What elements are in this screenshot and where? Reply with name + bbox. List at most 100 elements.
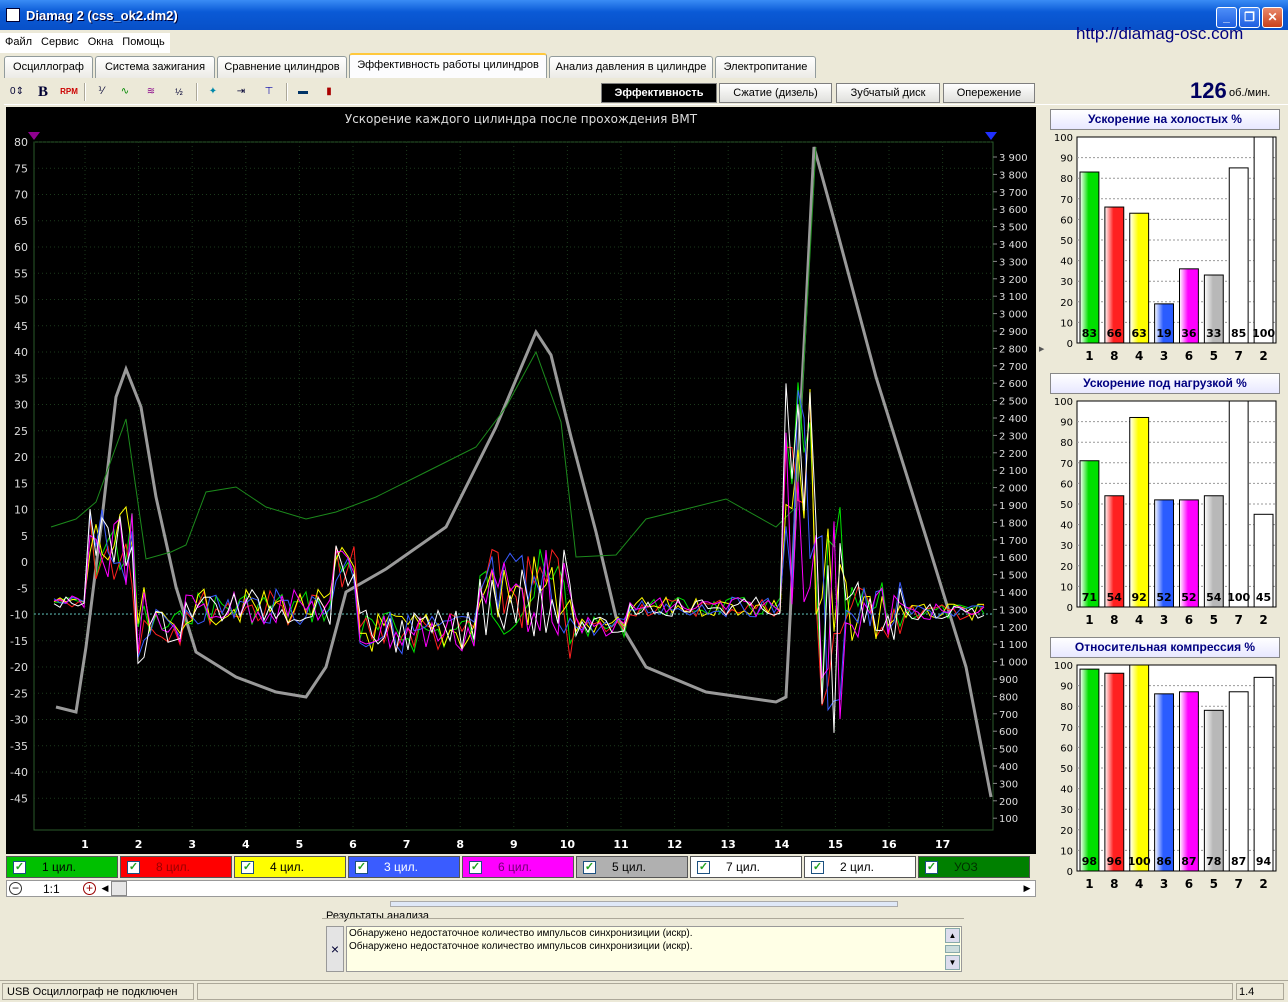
- legend-item-cyl-4[interactable]: ✓ 3 цил.: [348, 856, 460, 878]
- zoom-in-icon[interactable]: +: [83, 882, 96, 895]
- acceleration-chart[interactable]: Ускорение каждого цилиндра после прохожд…: [6, 107, 1036, 854]
- legend-item-cyl-2[interactable]: ✓ 8 цил.: [120, 856, 232, 878]
- legend-item-cyl-5[interactable]: ✓ 6 цил.: [462, 856, 574, 878]
- y-left-tick: 80: [14, 136, 28, 149]
- left-marker-icon[interactable]: [28, 132, 40, 140]
- view-compression-button[interactable]: Сжатие (дизель): [719, 83, 832, 103]
- tab-pressure-analysis[interactable]: Анализ давления в цилиндре: [549, 56, 713, 78]
- bar-value-label: 45: [1256, 591, 1271, 604]
- x-tick: 12: [667, 838, 682, 851]
- tab-oscilloscope[interactable]: Осциллограф: [4, 56, 93, 78]
- bar-y-tick: 0: [1067, 339, 1073, 350]
- legend-item-cyl-3[interactable]: ✓ 4 цил.: [234, 856, 346, 878]
- scroll-left-icon[interactable]: ◀: [99, 881, 111, 896]
- scroll-thumb[interactable]: [111, 881, 127, 896]
- analysis-messages: Обнаружено недостаточное количество импу…: [346, 926, 962, 972]
- bar-value-label: 19: [1156, 327, 1171, 340]
- cylinder-legend: ✓ 1 цил. ✓ 8 цил. ✓ 4 цил. ✓ 3 цил. ✓ 6 цил. ✓ 5 ци…: [6, 856, 1032, 878]
- y-right-tick: 2 800: [999, 344, 1028, 355]
- zero-offset-button[interactable]: 0⇕: [6, 81, 28, 103]
- bar-value-label: 71: [1082, 591, 1097, 604]
- legend-label: 7 цил.: [726, 860, 760, 874]
- algo-icon[interactable]: ½: [168, 81, 190, 103]
- menu-windows[interactable]: Окна: [83, 33, 118, 48]
- sine-icon[interactable]: ∿: [114, 81, 136, 103]
- legend-checkbox[interactable]: ✓: [583, 861, 596, 874]
- analysis-scroll-thumb[interactable]: [945, 945, 960, 953]
- bar-6: [1179, 691, 1199, 872]
- bar-5: [1203, 709, 1224, 872]
- bar-value-label: 87: [1231, 855, 1246, 868]
- view-advance-button[interactable]: Опережение: [943, 83, 1035, 103]
- menu-service[interactable]: Сервис: [36, 33, 83, 48]
- bar-y-tick: 40: [1060, 785, 1073, 796]
- analysis-close-button[interactable]: ×: [326, 926, 344, 972]
- bar-category-label: 7: [1235, 349, 1243, 363]
- analysis-scroll-up-icon[interactable]: ▲: [945, 928, 960, 943]
- window-title: Diamag 2 (css_ok2.dm2): [26, 8, 178, 23]
- legend-item-cyl-1[interactable]: ✓ 1 цил.: [6, 856, 118, 878]
- tab-power-supply[interactable]: Электропитание: [715, 56, 816, 78]
- right-marker-icon[interactable]: [985, 132, 997, 140]
- bold-button[interactable]: B: [32, 81, 54, 103]
- bar-7: [1228, 400, 1249, 608]
- rpm-button[interactable]: RPM: [58, 81, 80, 103]
- sensor-icon[interactable]: ✦: [202, 81, 224, 103]
- car-icon[interactable]: ▬: [292, 81, 314, 103]
- legend-checkbox[interactable]: ✓: [13, 861, 26, 874]
- legend-item-cyl-9[interactable]: ✓ УОЗ: [918, 856, 1030, 878]
- tab-cylinder-efficiency[interactable]: Эффективность работы цилиндров: [349, 53, 547, 78]
- legend-checkbox[interactable]: ✓: [697, 861, 710, 874]
- bar-y-tick: 100: [1054, 133, 1073, 144]
- numbering-icon[interactable]: ⇥: [230, 81, 252, 103]
- bar-y-tick: 10: [1060, 318, 1073, 329]
- legend-checkbox[interactable]: ✓: [811, 861, 824, 874]
- view-gear-disc-button[interactable]: Зубчатый диск: [836, 83, 940, 103]
- cylinder-trace: [53, 432, 985, 720]
- tab-ignition[interactable]: Система зажигания: [95, 56, 215, 78]
- bar-y-tick: 10: [1060, 582, 1073, 593]
- scale-icon[interactable]: ⅟: [90, 81, 112, 103]
- bars-icon[interactable]: ▮: [318, 81, 340, 103]
- fit-icon[interactable]: ⊤: [258, 81, 280, 103]
- tab-cylinder-compare[interactable]: Сравнение цилиндров: [217, 56, 347, 78]
- legend-item-cyl-8[interactable]: ✓ 2 цил.: [804, 856, 916, 878]
- bar-category-label: 4: [1135, 877, 1143, 891]
- side-splitter-icon[interactable]: ▶: [1039, 345, 1045, 357]
- analysis-scroll-down-icon[interactable]: ▼: [945, 955, 960, 970]
- y-right-tick: 2 400: [999, 414, 1028, 425]
- bar-category-label: 5: [1210, 877, 1218, 891]
- legend-checkbox[interactable]: ✓: [469, 861, 482, 874]
- legend-checkbox[interactable]: ✓: [925, 861, 938, 874]
- bar-category-label: 2: [1259, 877, 1267, 891]
- vvti-icon[interactable]: ≋: [140, 81, 162, 103]
- legend-checkbox[interactable]: ✓: [355, 861, 368, 874]
- zoom-out-icon[interactable]: −: [9, 882, 22, 895]
- y-right-tick: 100: [999, 814, 1018, 825]
- menu-file[interactable]: Файл: [0, 33, 36, 48]
- legend-label: 6 цил.: [498, 860, 532, 874]
- cylinder-trace: [53, 396, 985, 706]
- legend-item-cyl-7[interactable]: ✓ 7 цил.: [690, 856, 802, 878]
- load-accel-chart: 100 90 80 70 60 50 40 30 20 10 0 71 1 54 8 92 4 52 3 52 6 54 5…: [1048, 395, 1280, 631]
- close-button[interactable]: ✕: [1262, 7, 1283, 28]
- view-efficiency-button[interactable]: Эффективность: [601, 83, 717, 103]
- legend-checkbox[interactable]: ✓: [241, 861, 254, 874]
- scroll-right-icon[interactable]: ▶: [1021, 881, 1033, 896]
- y-right-tick: 1 100: [999, 640, 1028, 651]
- y-right-tick: 3 500: [999, 223, 1028, 234]
- legend-item-cyl-6[interactable]: ✓ 5 цил.: [576, 856, 688, 878]
- bar-y-tick: 40: [1060, 521, 1073, 532]
- splitter-handle[interactable]: [390, 901, 898, 907]
- bar-category-label: 3: [1160, 877, 1168, 891]
- bar-4: [1129, 664, 1150, 872]
- x-tick: 15: [828, 838, 843, 851]
- bar-y-tick: 90: [1060, 418, 1073, 429]
- menu-help[interactable]: Помощь: [117, 33, 169, 48]
- y-right-tick: 3 700: [999, 188, 1028, 199]
- y-right-tick: 3 600: [999, 205, 1028, 216]
- legend-checkbox[interactable]: ✓: [127, 861, 140, 874]
- y-left-tick: 15: [14, 477, 28, 490]
- bar-y-tick: 70: [1060, 459, 1073, 470]
- x-tick: 13: [721, 838, 736, 851]
